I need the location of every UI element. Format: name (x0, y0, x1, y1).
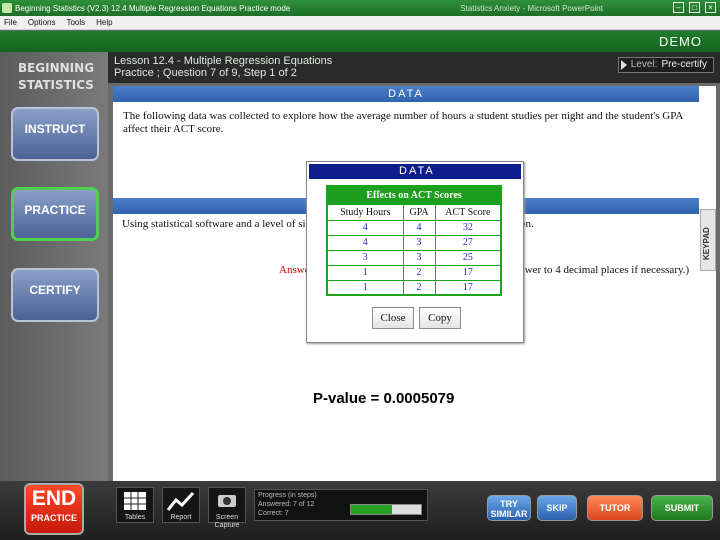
table-row: 4 4 32 (326, 219, 502, 236)
window-titlebar: Beginning Statistics (V2.3) 12.4 Multipl… (0, 0, 720, 16)
table-cell: 3 (402, 234, 436, 251)
brand-line-2: STATISTICS (18, 78, 94, 92)
certify-button[interactable]: CERTIFY (11, 268, 99, 322)
lesson-header: Lesson 12.4 - Multiple Regression Equati… (108, 52, 720, 83)
table-cell: 32 (434, 219, 502, 236)
app-icon (2, 3, 12, 13)
keypad-tab[interactable]: KEYPAD (700, 209, 716, 271)
progress-bar-fill (351, 505, 392, 514)
close-window-icon[interactable]: × (705, 2, 716, 13)
tables-icon (124, 492, 146, 510)
level-label: Level: (630, 59, 658, 70)
table-cell: 4 (326, 234, 404, 251)
table-cell: 3 (402, 249, 436, 266)
act-scores-table: Effects on ACT Scores Study Hours GPA AC… (326, 185, 503, 296)
table-cell: 1 (326, 279, 404, 296)
bottom-toolbar: END PRACTICE Tables Report Screen Captur… (0, 481, 720, 540)
answer-instruction-partial: answer to 4 decimal places if necessary.… (510, 264, 690, 276)
table-cell: 27 (434, 234, 502, 251)
step-text-left: Using statistical software and a level o… (122, 218, 332, 230)
table-cell: 17 (434, 264, 502, 281)
window-title-secondary: Statistics Anxiety - Microsoft PowerPoin… (460, 3, 603, 13)
demo-banner: DEMO (0, 31, 720, 52)
table-cell: 2 (402, 264, 436, 281)
try-similar-button[interactable]: TRY SIMILAR (487, 495, 531, 521)
level-value: Pre-certify (661, 59, 707, 70)
data-dialog: DATA Effects on ACT Scores Study Hours G… (306, 161, 524, 343)
table-cell: 17 (434, 279, 502, 296)
window-title: Beginning Statistics (V2.3) 12.4 Multipl… (15, 3, 291, 13)
brand-logo: BEGINNING STATISTICS (16, 60, 96, 94)
column-header: GPA (402, 203, 436, 221)
tables-label: Tables (124, 514, 146, 521)
keypad-label: KEYPAD (702, 227, 711, 260)
copy-button[interactable]: Copy (419, 307, 461, 329)
report-label: Report (170, 514, 192, 521)
menu-file[interactable]: File (4, 18, 17, 27)
brand-line-1: BEGINNING (17, 61, 95, 75)
pvalue-annotation: P-value = 0.0005079 (313, 390, 455, 407)
menu-help[interactable]: Help (96, 18, 112, 27)
table-cell: 1 (326, 264, 404, 281)
menu-tools[interactable]: Tools (66, 18, 85, 27)
data-section-bar: DATA (113, 86, 699, 102)
minimize-icon[interactable]: – (673, 2, 684, 13)
column-header: Study Hours (326, 203, 404, 221)
instruct-button[interactable]: INSTRUCT (11, 107, 99, 161)
table-cell: 4 (326, 219, 404, 236)
camera-icon (218, 495, 236, 507)
menu-options[interactable]: Options (28, 18, 56, 27)
question-text: The following data was collected to expl… (123, 110, 683, 135)
column-header: ACT Score (434, 203, 502, 221)
practice-button[interactable]: PRACTICE (11, 187, 99, 241)
dialog-title: DATA (309, 164, 521, 179)
table-cell: 2 (402, 279, 436, 296)
table-row: 1 2 17 (326, 279, 502, 296)
close-button[interactable]: Close (372, 307, 414, 329)
play-icon (620, 60, 627, 70)
sidebar: BEGINNING STATISTICS INSTRUCT PRACTICE C… (0, 52, 108, 482)
end-practice-button[interactable]: END PRACTICE (24, 483, 84, 535)
demo-label: DEMO (659, 34, 702, 49)
table-cell: 4 (402, 219, 436, 236)
report-chart-icon (166, 491, 195, 511)
maximize-icon[interactable]: □ (689, 2, 700, 13)
answer-label-partial: Answe (279, 264, 310, 276)
table-row: 4 3 27 (326, 234, 502, 251)
skip-button[interactable]: SKIP (537, 495, 577, 521)
table-caption: Effects on ACT Scores (326, 185, 502, 205)
end-sublabel: PRACTICE (30, 513, 77, 523)
progress-panel: Progress (in steps) Answered: 7 of 12 Co… (254, 489, 428, 521)
tutor-button[interactable]: TUTOR (587, 495, 643, 521)
submit-button[interactable]: SUBMIT (651, 495, 713, 521)
screen-capture-label: Screen Capture (214, 514, 240, 529)
table-row: 3 3 25 (326, 249, 502, 266)
table-cell: 25 (434, 249, 502, 266)
end-label: END (31, 487, 77, 510)
progress-bar (350, 504, 422, 515)
menu-bar: File Options Tools Help (0, 16, 720, 30)
progress-title: Progress (in steps) (258, 492, 317, 499)
table-cell: 3 (326, 249, 404, 266)
level-indicator[interactable]: Level: Pre-certify (617, 57, 714, 73)
window-controls: – □ × (673, 2, 716, 13)
table-row: 1 2 17 (326, 264, 502, 281)
